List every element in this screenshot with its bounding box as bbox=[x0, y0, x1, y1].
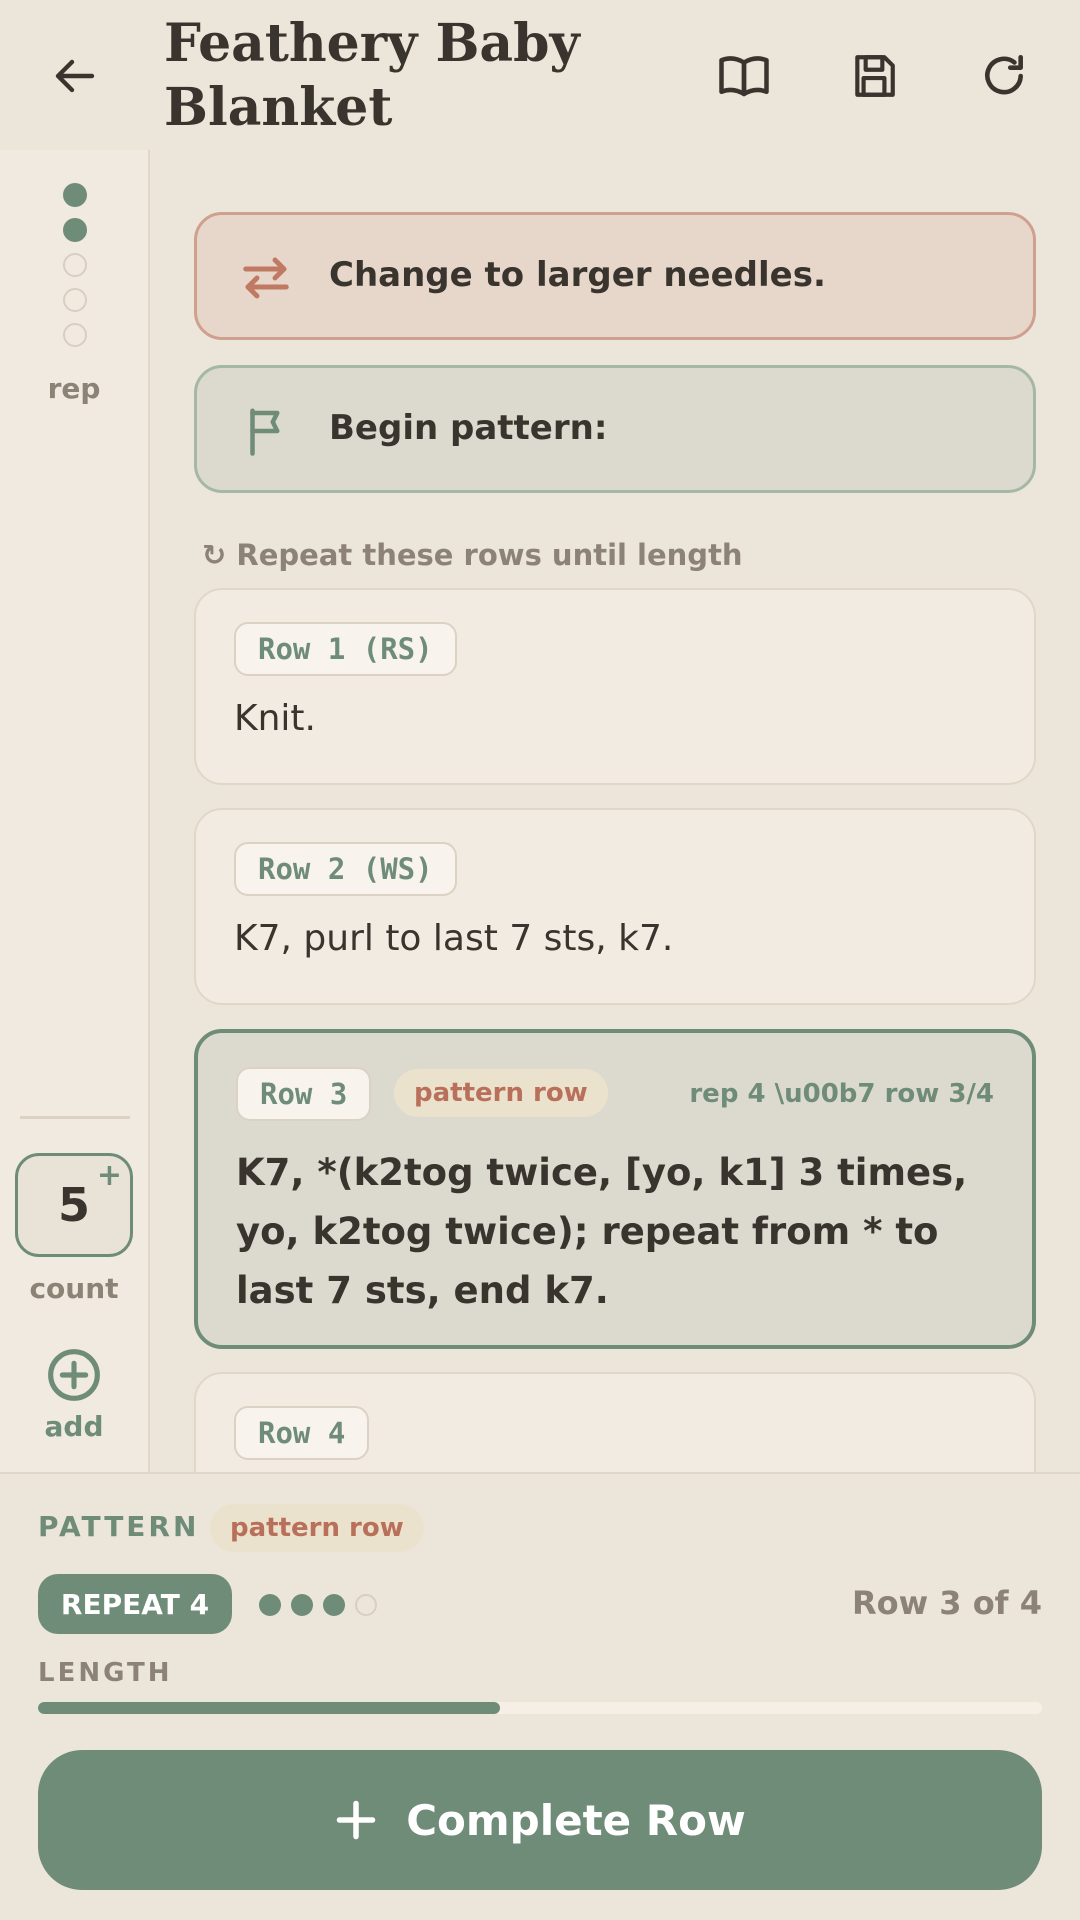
add-label: add bbox=[44, 1410, 104, 1443]
row-instruction: K7, *(k2tog twice, [yo, k1] 3 times, yo,… bbox=[236, 1151, 968, 1312]
progress-dot bbox=[323, 1594, 345, 1616]
progress-dot bbox=[259, 1594, 281, 1616]
row-label: Row 4 bbox=[234, 1406, 370, 1460]
row-progress-meta: rep 4 \u00b7 row 3/4 bbox=[689, 1079, 994, 1109]
rep-label: rep bbox=[47, 372, 101, 405]
book-icon bbox=[719, 56, 769, 97]
repeat-dot bbox=[63, 253, 87, 277]
current-row-card[interactable]: Row 3 pattern row rep 4 \u00b7 row 3/4 K… bbox=[194, 1029, 1036, 1349]
begin-pattern-text: Begin pattern: bbox=[329, 408, 608, 448]
complete-row-label: Complete Row bbox=[406, 1795, 746, 1845]
back-button[interactable] bbox=[40, 40, 112, 112]
plus-circle-icon bbox=[48, 1349, 100, 1401]
row-card[interactable]: Row 2 (WS) K7, purl to last 7 sts, k7. bbox=[194, 808, 1036, 1005]
arrow-left-icon bbox=[55, 59, 95, 93]
plus-icon: + bbox=[96, 1158, 122, 1193]
repeat-dot bbox=[63, 323, 87, 347]
plus-icon bbox=[336, 1800, 376, 1840]
row-label: Row 3 bbox=[236, 1067, 372, 1121]
repeat-dot bbox=[63, 288, 87, 312]
count-value: 5 bbox=[57, 1178, 90, 1232]
reset-button[interactable] bbox=[968, 40, 1040, 112]
length-label: LENGTH bbox=[38, 1658, 173, 1688]
pattern-book-button[interactable] bbox=[708, 40, 780, 112]
divider bbox=[20, 1116, 130, 1119]
begin-pattern-card: Begin pattern: bbox=[194, 365, 1036, 493]
progress-panel: PATTERN pattern row REPEAT 4 Row 3 of 4 … bbox=[0, 1472, 1080, 1920]
repeat-note: ↻ Repeat these rows until length bbox=[202, 538, 743, 572]
row-label: Row 1 (RS) bbox=[234, 622, 457, 676]
pattern-section-label: PATTERN bbox=[38, 1510, 200, 1543]
row-position: Row 3 of 4 bbox=[851, 1584, 1042, 1622]
instruction-list[interactable]: Change to larger needles. Begin pattern:… bbox=[152, 150, 1080, 1472]
row-card[interactable]: Row 4 bbox=[194, 1372, 1036, 1472]
repeat-rail: rep 5 + count add bbox=[0, 150, 150, 1472]
row-counter[interactable]: 5 + bbox=[15, 1153, 133, 1257]
count-label: count bbox=[29, 1272, 119, 1305]
length-progress-bar bbox=[38, 1702, 1042, 1714]
row-instruction: Knit. bbox=[234, 698, 316, 739]
row-label: Row 2 (WS) bbox=[234, 842, 457, 896]
flag-icon bbox=[239, 404, 293, 458]
length-progress-fill bbox=[38, 1702, 500, 1714]
pattern-row-badge: pattern row bbox=[394, 1069, 608, 1117]
repeat-badge: REPEAT 4 bbox=[38, 1574, 232, 1634]
swap-icon bbox=[239, 251, 293, 305]
repeat-dot bbox=[63, 218, 87, 242]
change-needles-card: Change to larger needles. bbox=[194, 212, 1036, 340]
header: Feathery Baby Blanket bbox=[0, 0, 1080, 150]
pattern-row-badge: pattern row bbox=[210, 1504, 424, 1552]
refresh-icon bbox=[985, 54, 1023, 95]
add-button[interactable] bbox=[46, 1347, 102, 1403]
repeat-dot bbox=[63, 183, 87, 207]
change-needles-text: Change to larger needles. bbox=[329, 255, 826, 295]
row-card[interactable]: Row 1 (RS) Knit. bbox=[194, 588, 1036, 785]
progress-dot bbox=[291, 1594, 313, 1616]
complete-row-button[interactable]: Complete Row bbox=[38, 1750, 1042, 1890]
row-instruction: K7, purl to last 7 sts, k7. bbox=[234, 918, 674, 959]
save-icon bbox=[855, 55, 895, 97]
progress-dot bbox=[355, 1594, 377, 1616]
page-title: Feathery Baby Blanket bbox=[164, 13, 580, 138]
save-button[interactable] bbox=[838, 40, 910, 112]
